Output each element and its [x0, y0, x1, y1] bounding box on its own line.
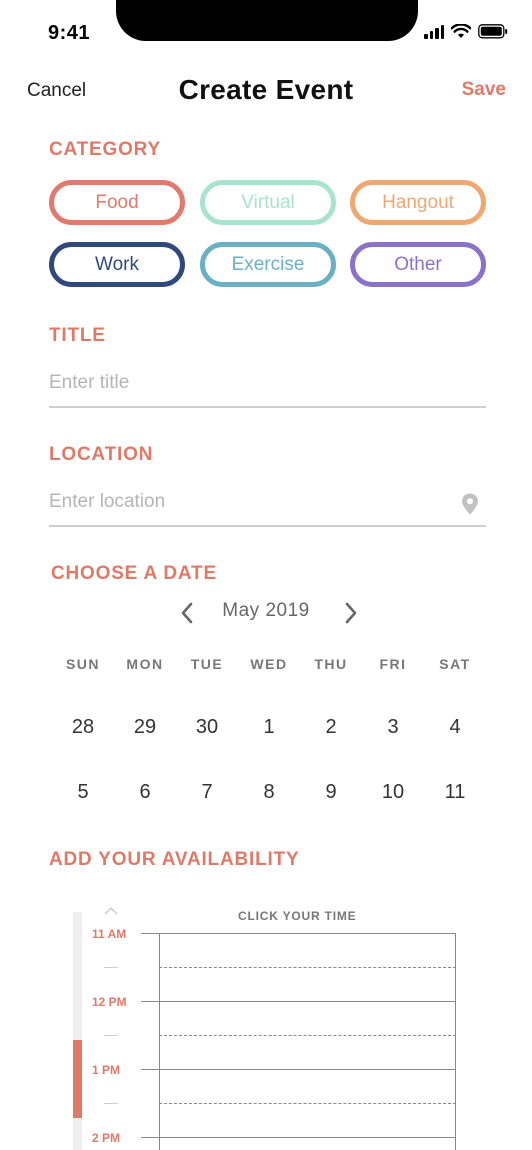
wifi-icon [451, 24, 471, 38]
cellular-signal-icon [424, 24, 444, 39]
weekday-header: SUN MON TUE WED THU FRI SAT [52, 656, 486, 672]
calendar-day[interactable]: 28 [52, 712, 114, 777]
calendar-day[interactable]: 8 [238, 777, 300, 842]
weekday-label: SAT [439, 656, 471, 672]
hour-line [159, 1137, 456, 1138]
calendar-day[interactable]: 4 [424, 712, 486, 777]
time-label: 1 PM [92, 1063, 121, 1077]
location-input[interactable] [49, 483, 449, 513]
location-label: LOCATION [49, 444, 154, 465]
chevron-up-icon[interactable] [103, 906, 119, 916]
battery-icon [478, 24, 508, 39]
calendar-day[interactable]: 5 [52, 777, 114, 842]
category-hangout[interactable]: Hangout [350, 180, 486, 225]
hour-tick [141, 933, 159, 934]
calendar-day[interactable]: 11 [424, 777, 486, 842]
category-exercise[interactable]: Exercise [200, 242, 336, 287]
nav-bar: Cancel Create Event Save [0, 70, 532, 114]
location-field [49, 483, 486, 527]
hour-tick [141, 1001, 159, 1002]
calendar-days: 28 29 30 1 2 3 4 5 6 7 8 9 10 11 [52, 712, 486, 842]
hour-tick [141, 1069, 159, 1070]
title-label: TITLE [49, 325, 106, 346]
category-virtual[interactable]: Virtual [200, 180, 336, 225]
calendar-day[interactable]: 7 [176, 777, 238, 842]
month-navigator: May 2019 [0, 598, 532, 628]
page-title: Create Event [178, 74, 354, 105]
weekday-label: WED [250, 656, 288, 672]
calendar-day[interactable]: 1 [238, 712, 300, 777]
weekday-label: SUN [65, 656, 101, 672]
half-hour-tick [104, 1103, 118, 1104]
weekday-label: FRI [379, 656, 407, 672]
weekday-label: TUE [190, 656, 224, 672]
choose-date-label: CHOOSE A DATE [51, 563, 217, 584]
hour-line [159, 1001, 456, 1002]
availability-hint: CLICK YOUR TIME [238, 909, 357, 923]
weekday-label: THU [314, 656, 348, 672]
calendar-day[interactable]: 6 [114, 777, 176, 842]
calendar-day[interactable]: 29 [114, 712, 176, 777]
calendar-day[interactable]: 9 [300, 777, 362, 842]
device-notch [116, 0, 418, 41]
half-hour-tick [104, 967, 118, 968]
calendar-day[interactable]: 2 [300, 712, 362, 777]
half-hour-line [159, 1035, 456, 1036]
calendar-day[interactable]: 3 [362, 712, 424, 777]
time-label: 11 AM [92, 927, 127, 941]
weekday-label: MON [126, 656, 164, 672]
status-icons [424, 24, 508, 39]
availability-label: ADD YOUR AVAILABILITY [49, 849, 300, 870]
time-scroll-handle[interactable] [73, 1040, 82, 1118]
half-hour-line [159, 967, 456, 968]
category-other[interactable]: Other [350, 242, 486, 287]
time-label: 12 PM [92, 995, 127, 1009]
category-label: CATEGORY [49, 139, 161, 160]
chevron-right-icon[interactable] [342, 601, 360, 625]
title-input[interactable] [49, 364, 449, 394]
save-button[interactable]: Save [462, 79, 506, 101]
calendar-day[interactable]: 30 [176, 712, 238, 777]
half-hour-line [159, 1103, 456, 1104]
category-work[interactable]: Work [49, 242, 185, 287]
hour-tick [141, 1137, 159, 1138]
status-time: 9:41 [48, 22, 91, 44]
hour-line [159, 1069, 456, 1070]
title-field [49, 364, 486, 408]
half-hour-tick [104, 1035, 118, 1036]
time-label: 2 PM [92, 1131, 121, 1145]
time-slot-grid[interactable] [159, 933, 456, 1150]
month-label: May 2019 [222, 600, 310, 621]
category-food[interactable]: Food [49, 180, 185, 225]
status-bar: 9:41 [0, 0, 532, 58]
calendar-day[interactable]: 10 [362, 777, 424, 842]
map-pin-icon [462, 493, 478, 515]
